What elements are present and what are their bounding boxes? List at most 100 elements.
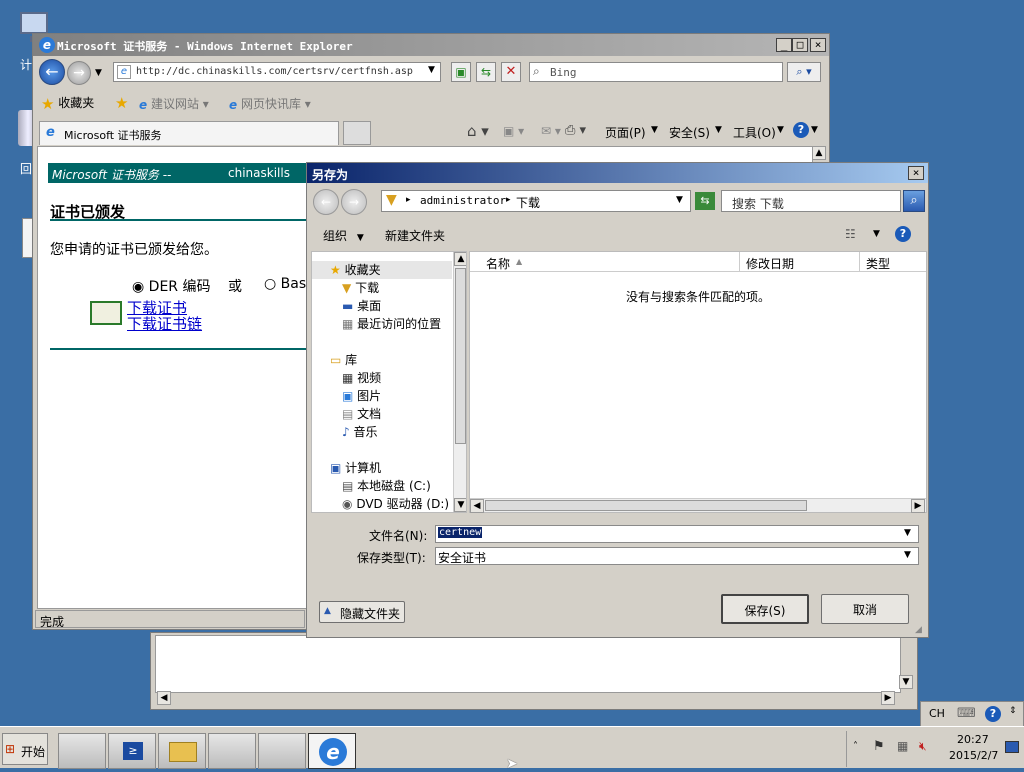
close-button[interactable]: × [810,38,826,52]
nav-desktop[interactable]: ▬ 桌面 [312,297,452,315]
keyboard-icon[interactable]: ⌨ [957,706,976,721]
nav-scroll-down-button[interactable]: ▼ [454,498,466,512]
nav-videos[interactable]: ▦ 视频 [312,369,452,387]
nav-computer[interactable]: ▣ 计算机 [312,459,452,477]
filetype-dropdown-icon[interactable]: ▼ [904,550,911,560]
scroll-left-button[interactable]: ◀ [157,691,171,705]
mail-icon[interactable]: ✉ ▾ [541,124,561,138]
nav-pictures[interactable]: ▣ 图片 [312,387,452,405]
web-slices-link[interactable]: e 网页快讯库 ▾ [229,95,311,112]
taskbar-notepad-icon[interactable] [258,733,306,769]
filetype-select[interactable]: 安全证书 ▼ [435,547,919,565]
clock-date[interactable]: 2015/2/7 [949,749,998,762]
dialog-forward-button[interactable]: → [341,189,367,215]
nav-favorites[interactable]: ★ 收藏夹 [312,261,452,279]
action-center-flag-icon[interactable]: ⚑ [873,739,885,754]
column-header-modified[interactable]: 修改日期 [740,252,860,272]
breadcrumb-downloads[interactable]: 下载 [516,194,540,211]
scroll-right-button[interactable]: ▶ [881,691,895,705]
organize-menu[interactable]: 组织 ▼ [323,227,364,244]
language-indicator[interactable]: CH [929,707,945,720]
back-button[interactable]: ← [39,59,65,85]
nav-local-disk[interactable]: ▤ 本地磁盘 (C:) [312,477,452,495]
dialog-close-button[interactable]: × [908,166,924,180]
home-icon[interactable]: ⌂ ▾ [467,122,489,140]
file-scroll-thumb[interactable] [485,500,807,511]
breadcrumb[interactable]: ▼ ▸ administrator ▸ 下载 ▼ [381,190,691,212]
add-favorites-icon[interactable]: ★ [115,94,128,112]
taskbar-powershell-icon[interactable]: ≥ [108,733,156,769]
minimize-button[interactable]: _ [776,38,792,52]
page-menu[interactable]: 页面(P) [605,124,646,141]
base64-radio[interactable]: ○ Bas [264,276,306,292]
nav-music[interactable]: ♪ 音乐 [312,423,452,441]
show-hidden-icons[interactable]: ˄ [853,741,858,752]
view-menu-arrow-icon[interactable]: ▼ [873,229,880,239]
search-input[interactable]: ⌕ Bing [529,62,783,82]
network-icon[interactable]: ▦ [897,739,908,753]
dialog-refresh-icon[interactable]: ⇆ [695,192,715,210]
hide-folders-button[interactable]: ▲ 隐藏文件夹 [319,601,405,623]
filename-input[interactable]: certnew ▼ [435,525,919,543]
start-button[interactable]: ⊞ 开始 [2,733,48,765]
show-desktop-icon[interactable] [1005,741,1019,753]
maximize-button[interactable]: □ [792,38,808,52]
refresh-icon[interactable]: ⇆ [476,62,496,82]
langbar-options-icon[interactable]: ⇕ [1009,706,1017,716]
help-icon[interactable]: ? [793,122,809,138]
clock-time[interactable]: 20:27 [957,733,989,746]
file-list-hscrollbar[interactable]: ◀ ▶ [470,498,926,513]
compatibility-view-icon[interactable]: ▣ [451,62,471,82]
print-icon[interactable]: ⎙ ▾ [565,123,586,138]
file-scroll-left-button[interactable]: ◀ [470,499,484,513]
dialog-search-input[interactable]: 搜索 下载 [721,190,901,212]
dialog-search-button[interactable]: ⌕ [903,190,925,212]
safety-menu[interactable]: 安全(S) [669,124,710,141]
nav-recent[interactable]: ▦ 最近访问的位置 [312,315,452,333]
ie-scroll-up-button[interactable]: ▲ [812,146,826,160]
favorites-button[interactable]: ★ 收藏夹 [41,94,94,113]
nav-dvd[interactable]: ◉ DVD 驱动器 (D:) [312,495,452,512]
new-tab-button[interactable] [343,121,371,145]
save-button[interactable]: 保存(S) [721,594,809,624]
column-header-name[interactable]: 名称 ▲ [470,252,740,272]
nav-documents[interactable]: ▤ 文档 [312,405,452,423]
taskbar-app-icon[interactable] [208,733,256,769]
tab-current[interactable]: e Microsoft 证书服务 [39,121,339,145]
cancel-button[interactable]: 取消 [821,594,909,624]
ie-title-bar[interactable]: e Microsoft 证书服务 - Windows Internet Expl… [33,34,829,56]
dialog-title-bar[interactable]: 另存为 × [307,163,928,183]
nav-scrollbar[interactable]: ▲ ▼ [453,252,466,512]
dialog-help-icon[interactable]: ? [895,226,911,242]
tools-menu[interactable]: 工具(O) [733,124,776,141]
forward-button[interactable]: → [67,61,91,85]
address-dropdown-icon[interactable]: ▼ [428,65,435,75]
suggested-sites-link[interactable]: e 建议网站 ▾ [139,95,209,112]
breadcrumb-dropdown-icon[interactable]: ▼ [676,195,683,205]
der-radio[interactable]: ◉ DER 编码 [132,276,210,296]
taskbar-server-manager-icon[interactable] [58,733,106,769]
stop-icon[interactable]: ✕ [501,62,521,82]
filename-dropdown-icon[interactable]: ▼ [904,528,911,538]
resize-grip-icon[interactable]: ◢ [915,625,922,635]
file-scroll-right-button[interactable]: ▶ [911,499,925,513]
langbar-help-icon[interactable]: ? [985,706,1001,722]
address-bar[interactable]: e http://dc.chinaskills.com/certsrv/cert… [113,62,441,82]
feeds-icon[interactable]: ▣ ▾ [503,124,524,138]
view-menu-icon[interactable]: ☷ [845,227,856,241]
download-chain-link[interactable]: 下载证书链 [127,313,202,334]
breadcrumb-user[interactable]: administrator [420,194,506,207]
nav-scroll-up-button[interactable]: ▲ [454,252,466,266]
taskbar-explorer-icon[interactable] [158,733,206,769]
taskbar-ie-icon[interactable]: e [308,733,356,769]
nav-libraries[interactable]: ▭ 库 [312,351,452,369]
nav-scroll-thumb[interactable] [455,268,466,444]
dialog-back-button[interactable]: ← [313,189,339,215]
column-header-type[interactable]: 类型 [860,252,926,272]
new-folder-button[interactable]: 新建文件夹 [385,227,445,244]
nav-downloads[interactable]: ▼ 下载 [312,279,452,297]
volume-icon[interactable]: 🔇︎ [919,739,927,754]
history-dropdown-icon[interactable]: ▼ [95,68,102,78]
search-button[interactable]: ⌕ ▾ [787,62,821,82]
scroll-down-button[interactable]: ▼ [899,675,913,689]
